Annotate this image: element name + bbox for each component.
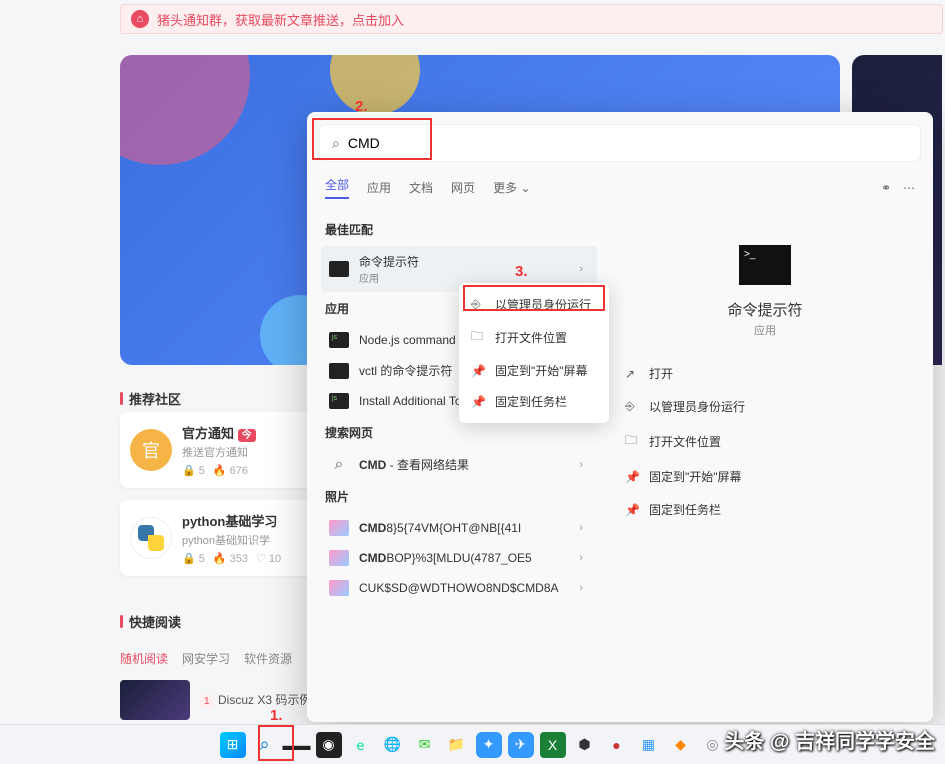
avatar: 官 bbox=[130, 429, 172, 471]
pin-icon: 📌 bbox=[471, 395, 485, 409]
quickread-tabs: 随机阅读 网安学习 软件资源 bbox=[120, 650, 292, 667]
result-photo-1[interactable]: CMD8}5{74VM{OHT@NB[{41I › bbox=[321, 513, 597, 543]
pin-icon: 📌 bbox=[625, 470, 639, 484]
tab-software[interactable]: 软件资源 bbox=[244, 650, 292, 667]
chrome-icon[interactable]: 🌐 bbox=[380, 732, 406, 758]
ctx-open-location[interactable]: 🗀打开文件位置 bbox=[459, 320, 609, 355]
task-view-icon[interactable]: ▬▬ bbox=[284, 732, 310, 758]
app-icon-blue2[interactable]: ✈ bbox=[508, 732, 534, 758]
group-best-match: 最佳匹配 bbox=[321, 213, 597, 246]
tab-apps[interactable]: 应用 bbox=[367, 179, 391, 196]
article-thumb bbox=[120, 680, 190, 720]
quickread-title: 快捷阅读 bbox=[120, 612, 181, 631]
admin-icon: ⎆ bbox=[625, 399, 639, 414]
pin-icon: 📌 bbox=[471, 364, 485, 378]
folder-icon[interactable]: 📁 bbox=[444, 732, 470, 758]
ctx-pin-start[interactable]: 📌固定到"开始"屏幕 bbox=[459, 355, 609, 386]
notification-banner[interactable]: ⌂ 猪头通知群，获取最新文章推送，点击加入 bbox=[120, 4, 943, 34]
chevron-right-icon[interactable]: › bbox=[573, 552, 589, 564]
app-icon-dark[interactable]: ⬢ bbox=[572, 732, 598, 758]
app-icon[interactable]: ◉ bbox=[316, 732, 342, 758]
search-icon: ⌕ bbox=[332, 135, 340, 152]
community-title: 官方通知 bbox=[182, 426, 234, 441]
more-icon[interactable]: ⋯ bbox=[903, 181, 915, 195]
folder-icon: 🗀 bbox=[625, 431, 639, 452]
ctx-pin-taskbar[interactable]: 📌固定到任务栏 bbox=[459, 386, 609, 417]
open-icon: ↗ bbox=[625, 367, 639, 381]
watermark: 头条 @ 吉祥同学学安全 bbox=[724, 725, 935, 754]
banner-text: 猪头通知群，获取最新文章推送，点击加入 bbox=[157, 10, 404, 29]
community-sub: 推送官方通知 bbox=[182, 444, 256, 460]
windows-search-panel: ⌕ 全部 应用 文档 网页 更多 ⌄ ⚭ ⋯ 最佳匹配 命令提示符 应用 › 应… bbox=[307, 112, 933, 722]
group-photos: 照片 bbox=[321, 480, 597, 513]
context-menu: ⎆以管理员身份运行 🗀打开文件位置 📌固定到"开始"屏幕 📌固定到任务栏 bbox=[459, 283, 609, 423]
action-pin-start[interactable]: 📌固定到"开始"屏幕 bbox=[617, 461, 913, 492]
photo-icon bbox=[329, 580, 349, 596]
action-admin[interactable]: ⎆以管理员身份运行 bbox=[617, 391, 913, 422]
cmd-icon bbox=[329, 363, 349, 379]
app-icon[interactable]: ▦ bbox=[636, 732, 662, 758]
app-icon[interactable]: ◎ bbox=[700, 732, 726, 758]
chevron-right-icon[interactable]: › bbox=[573, 263, 589, 275]
result-title: 命令提示符 bbox=[359, 253, 573, 270]
result-web-cmd[interactable]: ⌕ CMD - 查看网络结果 › bbox=[321, 449, 597, 480]
tab-docs[interactable]: 文档 bbox=[409, 179, 433, 196]
badge: 今 bbox=[238, 429, 256, 442]
action-pin-taskbar[interactable]: 📌固定到任务栏 bbox=[617, 494, 913, 525]
excel-icon[interactable]: X bbox=[540, 732, 566, 758]
chevron-right-icon[interactable]: › bbox=[573, 459, 589, 471]
ctx-run-admin[interactable]: ⎆以管理员身份运行 bbox=[459, 289, 609, 320]
annotation-label-3: 3. bbox=[515, 263, 528, 280]
community-title: python基础学习 bbox=[182, 511, 281, 530]
search-bar[interactable]: ⌕ bbox=[319, 124, 921, 162]
detail-sub: 应用 bbox=[617, 322, 913, 338]
app-icon-blue[interactable]: ✦ bbox=[476, 732, 502, 758]
tab-random[interactable]: 随机阅读 bbox=[120, 650, 168, 667]
article-row[interactable]: 1 Discuz X3 码示例） bbox=[120, 680, 323, 720]
app-icon[interactable]: ◆ bbox=[668, 732, 694, 758]
detail-pane: 命令提示符 应用 ↗打开 ⎆以管理员身份运行 🗀打开文件位置 📌固定到"开始"屏… bbox=[597, 205, 933, 722]
tab-more[interactable]: 更多 ⌄ bbox=[493, 179, 530, 196]
article-num: 1 bbox=[200, 695, 214, 708]
action-open[interactable]: ↗打开 bbox=[617, 358, 913, 389]
photo-icon bbox=[329, 520, 349, 536]
cmd-large-icon bbox=[739, 245, 791, 285]
photo-icon bbox=[329, 550, 349, 566]
result-photo-2[interactable]: CMDBOP}%3[MLDU(4787_OE5 › bbox=[321, 543, 597, 573]
pin-icon: 📌 bbox=[625, 503, 639, 517]
taskbar-search-icon[interactable]: ⌕ bbox=[252, 732, 278, 758]
search-input[interactable] bbox=[348, 135, 908, 151]
detail-title: 命令提示符 bbox=[617, 299, 913, 320]
node-icon bbox=[329, 393, 349, 409]
start-button[interactable]: ⊞ bbox=[220, 732, 246, 758]
wechat-icon[interactable]: ✉ bbox=[412, 732, 438, 758]
chevron-right-icon[interactable]: › bbox=[573, 522, 589, 534]
tab-web[interactable]: 网页 bbox=[451, 179, 475, 196]
link-icon[interactable]: ⚭ bbox=[881, 181, 891, 195]
folder-icon: 🗀 bbox=[471, 327, 485, 348]
annotation-label-1: 1. bbox=[270, 707, 283, 724]
recommend-section-title: 推荐社区 bbox=[120, 389, 181, 408]
app-icon[interactable]: ● bbox=[604, 732, 630, 758]
home-icon: ⌂ bbox=[131, 10, 149, 28]
search-tabs: 全部 应用 文档 网页 更多 ⌄ ⚭ ⋯ bbox=[307, 166, 933, 205]
admin-icon: ⎆ bbox=[471, 297, 485, 312]
community-sub: python基础知识学 bbox=[182, 532, 281, 548]
chevron-right-icon[interactable]: › bbox=[573, 582, 589, 594]
action-location[interactable]: 🗀打开文件位置 bbox=[617, 424, 913, 459]
annotation-label-2: 2. bbox=[355, 98, 368, 115]
cmd-icon bbox=[329, 261, 349, 277]
avatar bbox=[130, 517, 172, 559]
node-icon bbox=[329, 332, 349, 348]
tab-security[interactable]: 网安学习 bbox=[182, 650, 230, 667]
result-photo-3[interactable]: CUK$SD@WDTHOWO8ND$CMD8A › bbox=[321, 573, 597, 603]
tab-all[interactable]: 全部 bbox=[325, 176, 349, 199]
edge-icon[interactable]: e bbox=[348, 732, 374, 758]
search-icon: ⌕ bbox=[329, 457, 349, 473]
